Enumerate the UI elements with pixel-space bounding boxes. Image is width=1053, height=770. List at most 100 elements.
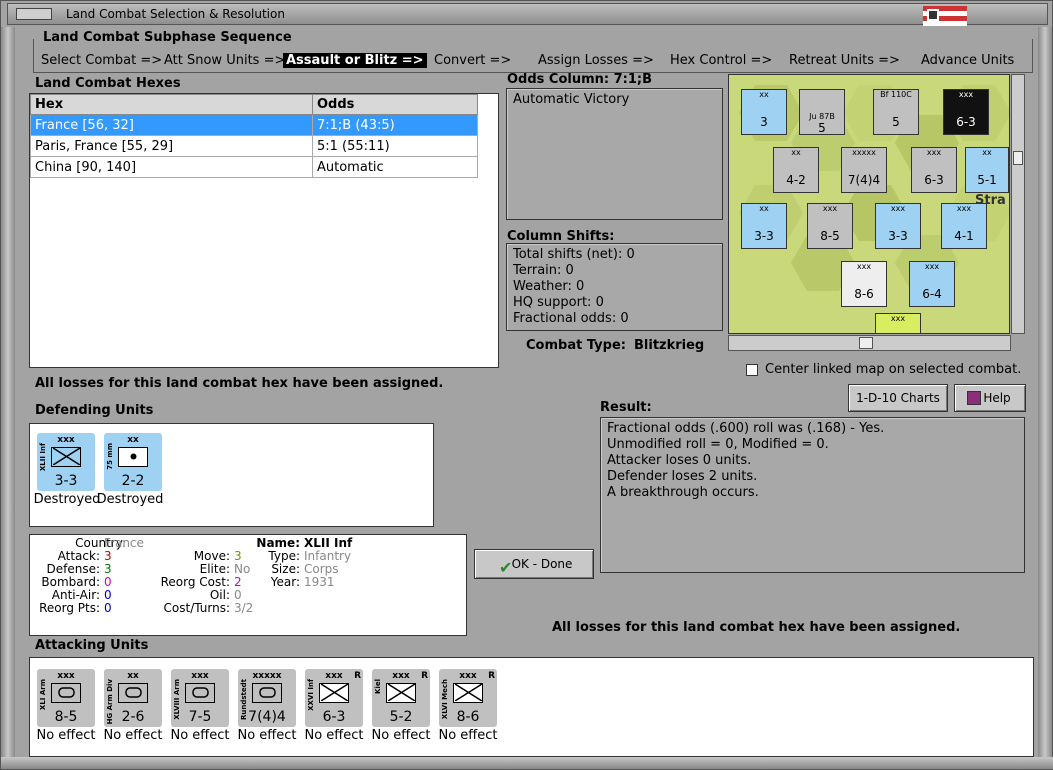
map-counter[interactable]: xxx 3-3 bbox=[875, 203, 921, 249]
help-button-label: Help bbox=[983, 391, 1011, 405]
unit-values: 3-3 bbox=[54, 473, 78, 489]
unit-name: XLII Inf bbox=[39, 443, 47, 472]
odds-panel: Automatic Victory bbox=[506, 88, 723, 220]
system-menu-button[interactable] bbox=[16, 8, 52, 20]
table-row[interactable]: China [90, 140] Automatic bbox=[30, 156, 478, 178]
help-button[interactable]: Help bbox=[954, 384, 1026, 412]
marine-icon bbox=[386, 683, 416, 703]
combat-window: Land Combat Selection & Resolution Land … bbox=[0, 0, 1053, 770]
shifts-heading: Column Shifts: bbox=[507, 229, 615, 244]
info-cost-turns: 3/2 bbox=[234, 601, 254, 615]
map-counter[interactable]: xx 3-3 bbox=[741, 203, 787, 249]
shift-weather: Weather: 0 bbox=[513, 279, 585, 294]
unit-info-panel: Country: France Attack: 3 Defense: 3 Bom… bbox=[29, 534, 467, 636]
center-map-checkbox[interactable] bbox=[746, 364, 758, 376]
mech-infantry-icon bbox=[453, 683, 483, 703]
hex-cell: France [56, 32] bbox=[30, 114, 313, 136]
map-counter[interactable]: Bf 110C 5 bbox=[873, 89, 919, 135]
result-line: Fractional odds (.600) roll was (.168) -… bbox=[607, 421, 885, 436]
shifts-panel: Total shifts (net): 0 Terrain: 0 Weather… bbox=[506, 243, 723, 331]
window-frame-right bbox=[1038, 27, 1052, 765]
map-counter[interactable]: xxx 6-4 bbox=[909, 261, 955, 307]
infantry-icon bbox=[51, 447, 81, 467]
attacker-unit[interactable]: xxx XLI Arm 8-5 bbox=[37, 669, 95, 727]
armor-icon bbox=[51, 683, 81, 703]
result-panel: Fractional odds (.600) roll was (.168) -… bbox=[600, 417, 1025, 573]
map-vscroll-thumb[interactable] bbox=[1013, 151, 1023, 165]
armor-icon bbox=[252, 683, 282, 703]
infantry-icon bbox=[319, 683, 349, 703]
losses-assigned-message: All losses for this land combat hex have… bbox=[35, 376, 444, 391]
map-counter[interactable]: xxx 4-1 bbox=[941, 203, 987, 249]
defender-unit[interactable]: xx 75 mm 2-2 bbox=[104, 433, 162, 491]
window-frame-bottom bbox=[1, 757, 1053, 769]
info-label: Cost/Turns: bbox=[163, 601, 230, 615]
combat-type-value: Blitzkrieg bbox=[634, 338, 705, 353]
map-hscrollbar[interactable] bbox=[728, 335, 1011, 351]
attacker-unit[interactable]: xxx XXVI Inf R 6-3 bbox=[305, 669, 363, 727]
unit-name: XXVI Inf bbox=[307, 679, 315, 711]
defender-unit[interactable]: xxx XLII Inf 3-3 bbox=[37, 433, 95, 491]
attacker-unit[interactable]: xxx Kiel R 5-2 bbox=[372, 669, 430, 727]
info-reorg-pts: 0 bbox=[104, 601, 112, 615]
unit-values: 6-3 bbox=[322, 709, 346, 725]
unit-values: 2-6 bbox=[121, 709, 145, 725]
ok-done-button[interactable]: ✔ OK - Done bbox=[474, 549, 594, 579]
result-line: Defender loses 2 units. bbox=[607, 469, 758, 484]
attacker-unit[interactable]: xxx XLVIII Arm 7-5 bbox=[171, 669, 229, 727]
unit-name: XLI Arm bbox=[39, 679, 47, 711]
seq-convert: Convert => bbox=[434, 53, 512, 68]
armor-icon bbox=[185, 683, 215, 703]
ok-button-label: OK - Done bbox=[511, 557, 573, 571]
map-counter[interactable]: xxxxx 7(4)4 bbox=[841, 147, 887, 193]
artillery-icon bbox=[118, 447, 148, 467]
map-vscrollbar[interactable] bbox=[1011, 74, 1025, 334]
result-line: A breakthrough occurs. bbox=[607, 485, 759, 500]
info-year: 1931 bbox=[304, 575, 335, 589]
result-line: Attacker loses 0 units. bbox=[607, 453, 752, 468]
odds-heading: Odds Column: 7:1;B bbox=[507, 72, 653, 87]
map-counter[interactable]: xx 4-2 bbox=[773, 147, 819, 193]
map-counter[interactable]: xx 5-1 bbox=[965, 147, 1009, 193]
attacker-unit[interactable]: xxxxx Rundstedt 7(4)4 bbox=[238, 669, 296, 727]
column-hex[interactable]: Hex bbox=[30, 94, 313, 115]
shift-hq: HQ support: 0 bbox=[513, 295, 604, 310]
map-counter[interactable]: xxx 6-3 bbox=[943, 89, 989, 135]
seq-assault-blitz: Assault or Blitz => bbox=[283, 53, 427, 68]
unit-name: 75 mm bbox=[106, 443, 114, 470]
window-frame-left bbox=[1, 27, 15, 765]
hex-cell: China [90, 140] bbox=[30, 156, 313, 178]
map-counter[interactable]: xx 3 bbox=[741, 89, 787, 135]
map-hscroll-thumb[interactable] bbox=[859, 337, 873, 349]
charts-button[interactable]: 1-D-10 Charts bbox=[848, 384, 948, 412]
unit-name: Kiel bbox=[374, 679, 382, 694]
shift-terrain: Terrain: 0 bbox=[513, 263, 574, 278]
odds-cell: 5:1 (55:11) bbox=[312, 135, 478, 157]
result-line: Unmodified roll = 0, Modified = 0. bbox=[607, 437, 829, 452]
unit-values: 8-5 bbox=[54, 709, 78, 725]
linked-map[interactable]: xx 3 Ju 87B 5 Bf 110C 5 xxx 6-3 xx 4-2 xxxxx 7… bbox=[728, 74, 1010, 334]
attacker-unit[interactable]: xxx XLVI Mech R 8-6 bbox=[439, 669, 497, 727]
odds-text: Automatic Victory bbox=[513, 92, 630, 107]
map-counter[interactable]: xxx bbox=[875, 313, 921, 333]
table-row[interactable]: France [56, 32] 7:1;B (43:5) bbox=[30, 114, 478, 136]
info-label: Year: bbox=[270, 575, 300, 589]
map-counter[interactable]: xxx 8-6 bbox=[841, 261, 887, 307]
defending-heading: Defending Units bbox=[35, 403, 154, 418]
map-label: Stra bbox=[975, 193, 1006, 208]
armor-icon bbox=[118, 683, 148, 703]
hexes-heading: Land Combat Hexes bbox=[35, 76, 181, 91]
map-counter[interactable]: Ju 87B 5 bbox=[799, 89, 845, 135]
checkmark-icon: ✔ bbox=[499, 558, 513, 577]
germany-flag-icon bbox=[923, 6, 967, 26]
seq-assign-losses: Assign Losses => bbox=[538, 53, 654, 68]
map-counter[interactable]: xxx 8-5 bbox=[807, 203, 853, 249]
defender-status: Destroyed bbox=[96, 492, 164, 507]
attacker-unit[interactable]: xx HG Arm Div 2-6 bbox=[104, 669, 162, 727]
table-row[interactable]: Paris, France [55, 29] 5:1 (55:11) bbox=[30, 135, 478, 157]
info-label: Reorg Pts: bbox=[39, 601, 100, 615]
seq-att-snow: Att Snow Units => bbox=[164, 53, 286, 68]
hex-cell: Paris, France [55, 29] bbox=[30, 135, 313, 157]
column-odds[interactable]: Odds bbox=[312, 94, 478, 115]
map-counter[interactable]: xxx 6-3 bbox=[911, 147, 957, 193]
